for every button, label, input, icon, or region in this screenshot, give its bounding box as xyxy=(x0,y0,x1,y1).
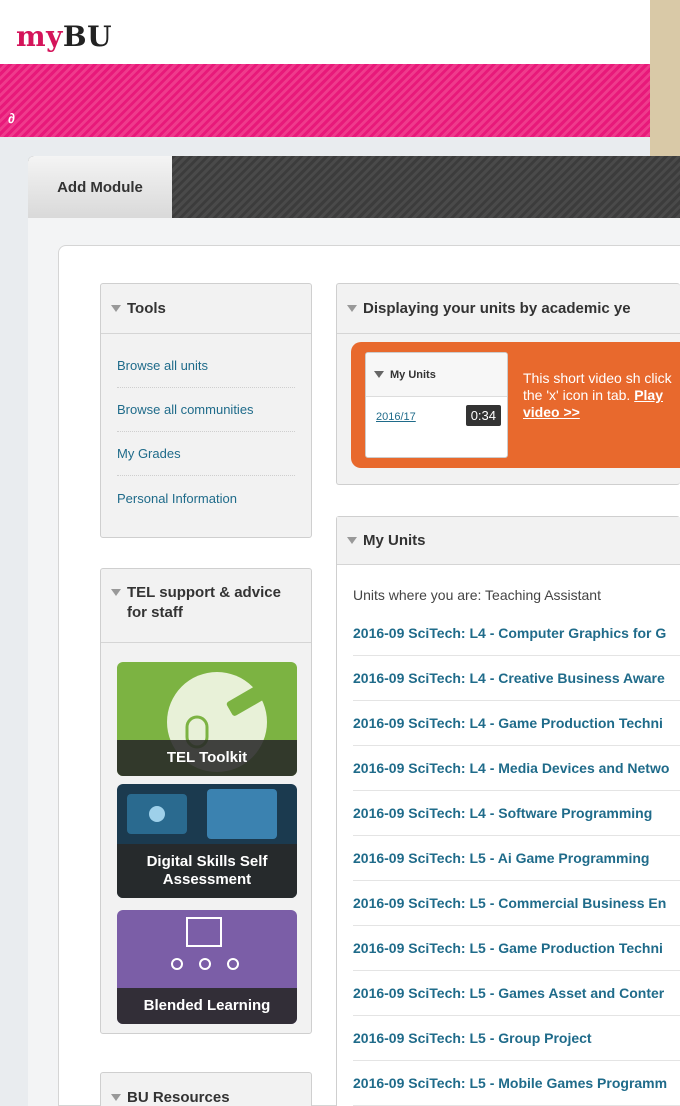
display-header[interactable]: Displaying your units by academic ye xyxy=(337,284,680,334)
display-title: Displaying your units by academic ye xyxy=(363,300,631,317)
tile-caption: TEL Toolkit xyxy=(117,740,297,776)
thumb-year: 2016/17 xyxy=(376,411,416,423)
bu-resources-title: BU Resources xyxy=(127,1089,230,1106)
tel-support-module: TEL support & advice for staff TEL Toolk… xyxy=(100,568,312,1034)
units-role-note: Units where you are: Teaching Assistant xyxy=(353,587,601,603)
unit-link[interactable]: 2016-09 SciTech: L4 - Game Production Te… xyxy=(353,701,680,746)
tools-link-personal-info[interactable]: Personal Information xyxy=(117,476,295,520)
tel-title-line2: for staff xyxy=(127,604,183,621)
video-description: This short video sh click the 'x' icon i… xyxy=(523,370,680,421)
collapse-caret-icon[interactable] xyxy=(111,1094,121,1101)
logo-my: my xyxy=(16,20,63,53)
top-bar: myBU xyxy=(0,0,680,64)
tools-list: Browse all units Browse all communities … xyxy=(101,334,311,530)
unit-link[interactable]: 2016-09 SciTech: L4 - Software Programmi… xyxy=(353,791,680,836)
unit-link[interactable]: 2016-09 SciTech: L5 - Mobile Games Progr… xyxy=(353,1061,680,1106)
video-promo-card: My Units 2016/17 0:34 This short video s… xyxy=(351,342,680,468)
tools-link-browse-units[interactable]: Browse all units xyxy=(117,344,295,388)
tel-toolkit-tile[interactable]: TEL Toolkit xyxy=(117,662,297,776)
display-units-module: Displaying your units by academic ye My … xyxy=(336,283,680,485)
caret-icon xyxy=(374,371,384,378)
tile-caption: Digital Skills Self Assessment xyxy=(117,844,297,898)
bu-resources-module: BU Resources xyxy=(100,1072,312,1106)
collapse-caret-icon[interactable] xyxy=(111,305,121,312)
unit-link[interactable]: 2016-09 SciTech: L5 - Games Asset and Co… xyxy=(353,971,680,1016)
unit-link[interactable]: 2016-09 SciTech: L5 - Commercial Busines… xyxy=(353,881,680,926)
collapse-caret-icon[interactable] xyxy=(347,537,357,544)
mybu-logo[interactable]: myBU xyxy=(16,20,112,53)
unit-list: 2016-09 SciTech: L4 - Computer Graphics … xyxy=(337,611,680,1106)
tel-title: TEL support & advice for staff xyxy=(127,583,281,623)
thumb-header-text: My Units xyxy=(390,368,436,381)
blended-learning-tile[interactable]: Blended Learning xyxy=(117,910,297,1024)
unit-link[interactable]: 2016-09 SciTech: L4 - Creative Business … xyxy=(353,656,680,701)
tools-module: Tools Browse all units Browse all commun… xyxy=(100,283,312,538)
logo-bu: BU xyxy=(62,20,112,53)
tools-link-browse-communities[interactable]: Browse all communities xyxy=(117,388,295,432)
unit-link[interactable]: 2016-09 SciTech: L4 - Media Devices and … xyxy=(353,746,680,791)
tel-title-line1: TEL support & advice xyxy=(127,584,281,601)
digital-skills-tile[interactable]: Digital Skills Self Assessment xyxy=(117,784,297,898)
collapse-caret-icon[interactable] xyxy=(347,305,357,312)
tel-header[interactable]: TEL support & advice for staff xyxy=(101,569,311,643)
video-thumbnail[interactable]: My Units 2016/17 0:34 xyxy=(365,352,508,458)
tools-link-my-grades[interactable]: My Grades xyxy=(117,432,295,476)
my-units-header[interactable]: My Units xyxy=(337,517,680,565)
tools-title: Tools xyxy=(127,300,166,317)
my-units-title: My Units xyxy=(363,532,426,549)
unit-link[interactable]: 2016-09 SciTech: L5 - Game Production Te… xyxy=(353,926,680,971)
video-duration: 0:34 xyxy=(465,405,501,426)
brand-banner xyxy=(0,64,680,137)
tab-add-module[interactable]: Add Module xyxy=(28,156,172,218)
bu-resources-header[interactable]: BU Resources xyxy=(101,1073,311,1106)
unit-link[interactable]: 2016-09 SciTech: L4 - Computer Graphics … xyxy=(353,611,680,656)
thumb-header: My Units xyxy=(366,353,507,397)
collapse-caret-icon[interactable] xyxy=(111,589,121,596)
unit-link[interactable]: 2016-09 SciTech: L5 - Group Project xyxy=(353,1016,680,1061)
unit-link[interactable]: 2016-09 SciTech: L5 - Ai Game Programmin… xyxy=(353,836,680,881)
tile-caption: Blended Learning xyxy=(117,988,297,1024)
my-units-module: My Units Units where you are: Teaching A… xyxy=(336,516,680,1106)
tools-header[interactable]: Tools xyxy=(101,284,311,334)
pin-icon[interactable]: ∂ xyxy=(8,110,22,128)
